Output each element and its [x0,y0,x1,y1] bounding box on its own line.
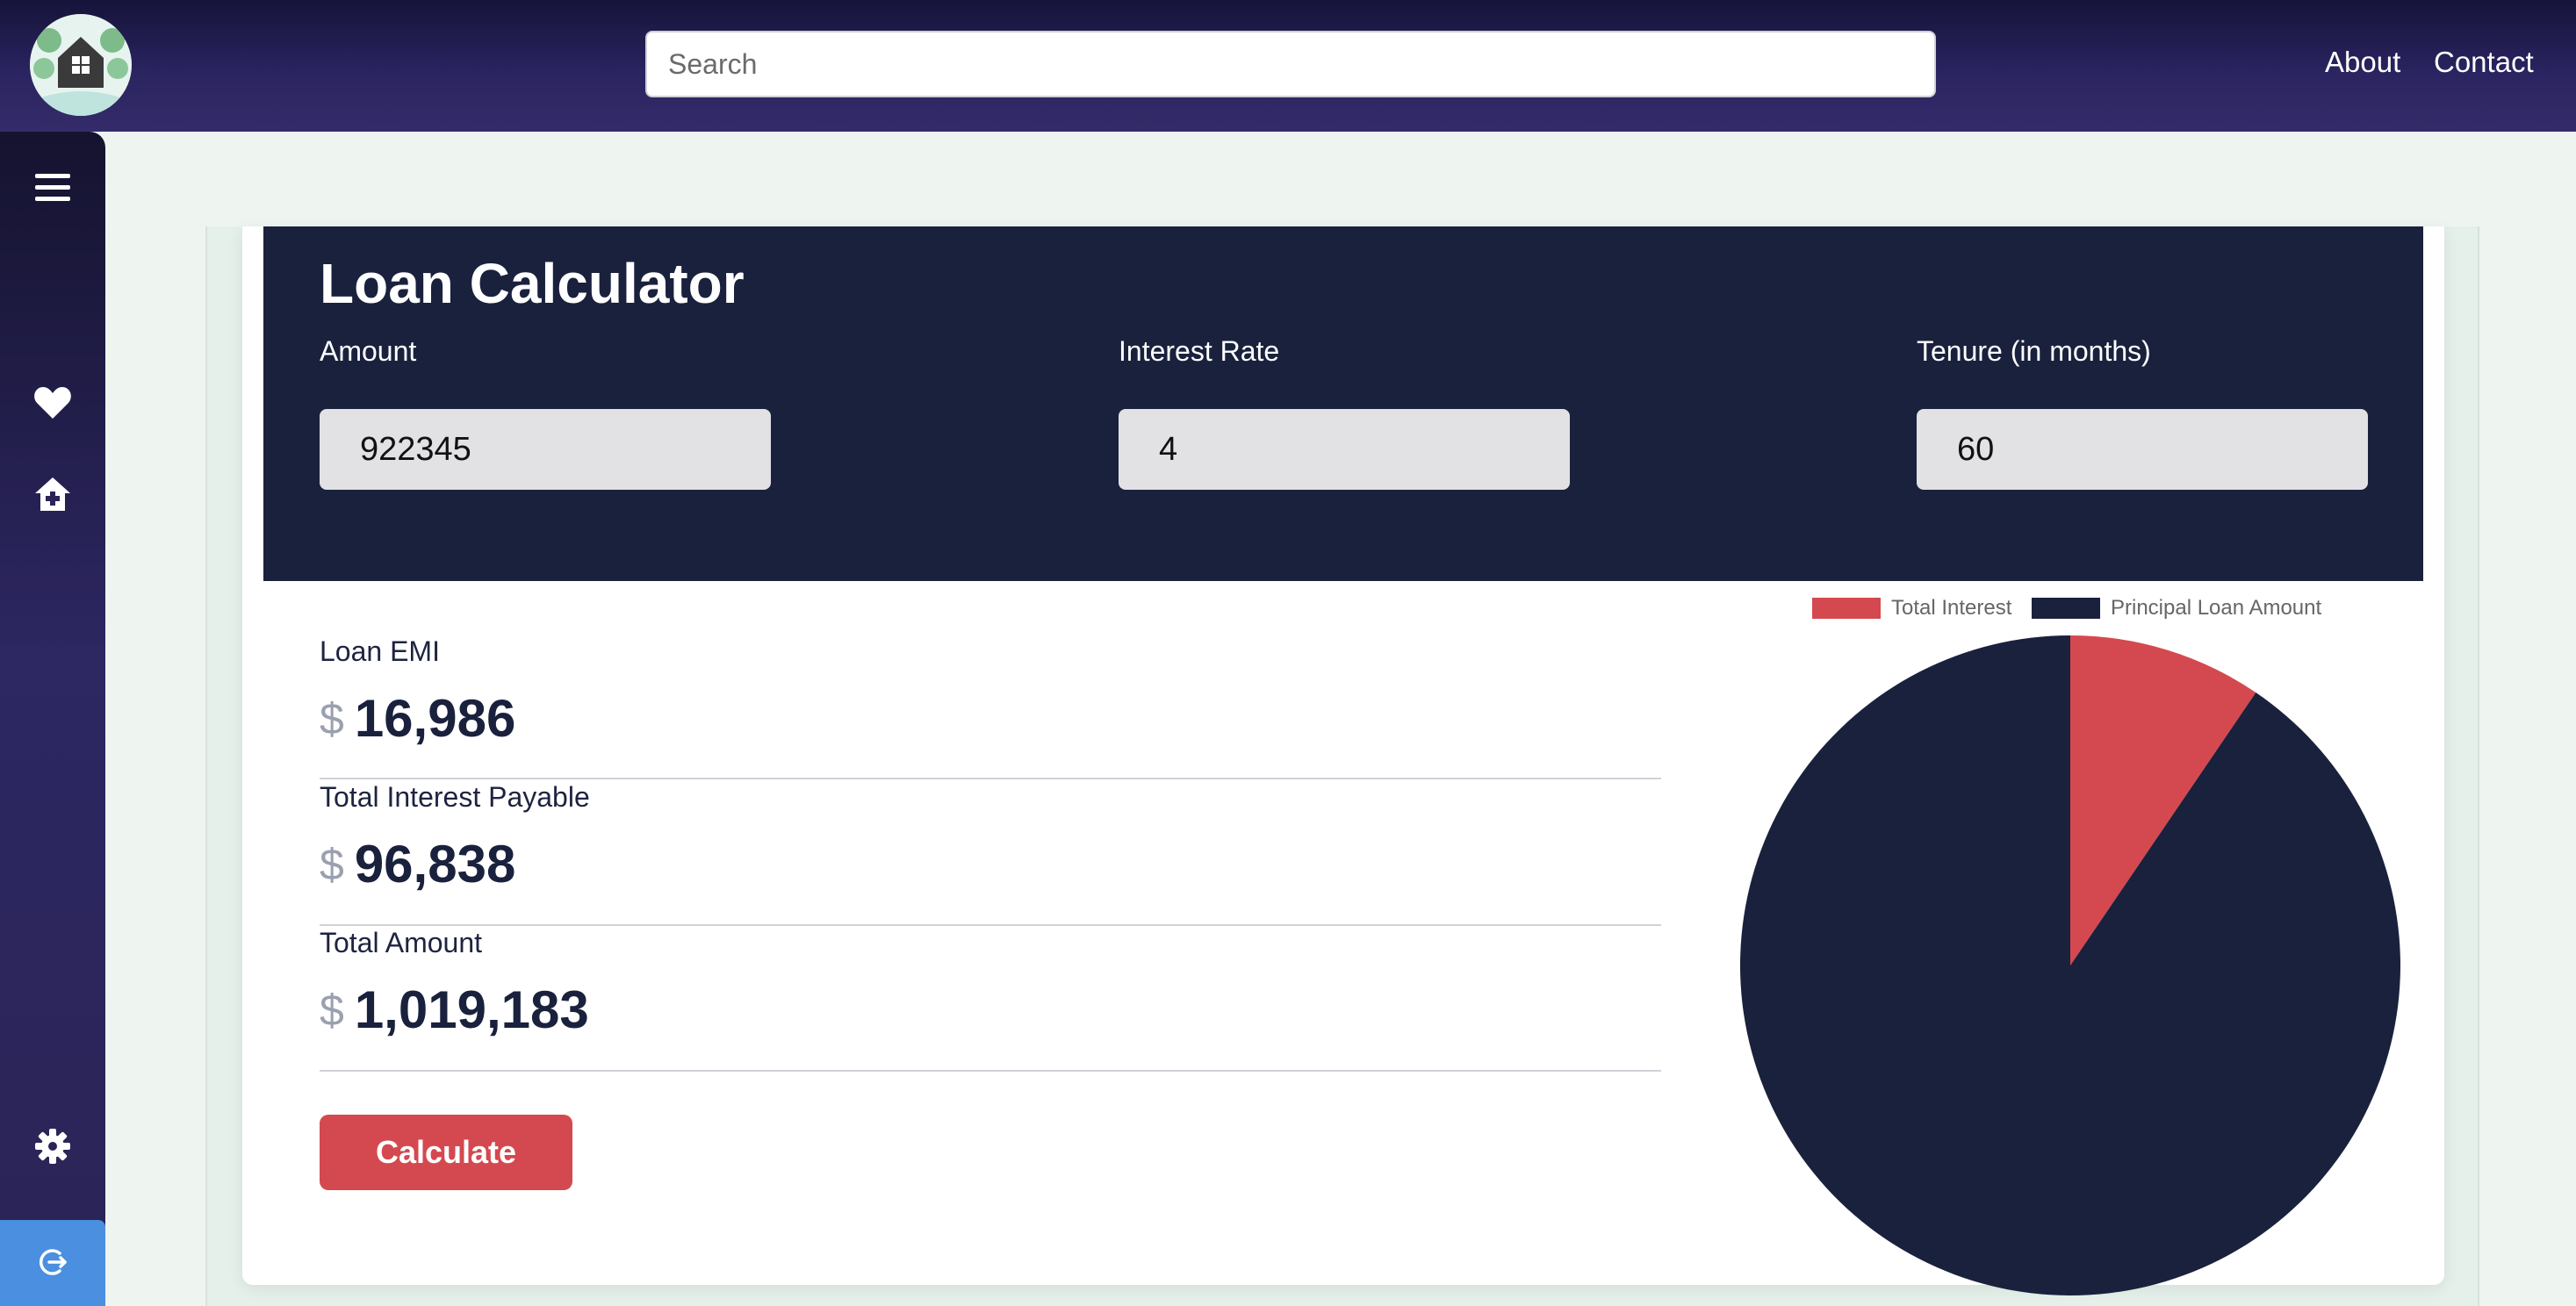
calculator-header: Loan Calculator Amount Interest Rate Ten… [263,226,2423,581]
nav-contact-link[interactable]: Contact [2434,46,2534,79]
legend-label: Total Interest [1891,596,2012,620]
calculate-button[interactable]: Calculate [320,1115,572,1190]
amount-label: Amount [320,335,417,367]
interest-rate-label: Interest Rate [1119,335,1280,367]
emi-amount: 16,986 [354,689,516,748]
pie-slice-principal-loan-amount[interactable] [1740,635,2400,1295]
top-bar: About Contact [0,0,2576,132]
divider [320,924,1661,926]
legend-label: Principal Loan Amount [2111,596,2322,620]
total-interest-label: Total Interest Payable [320,781,590,813]
logout-button[interactable] [0,1220,105,1306]
logout-icon [39,1249,67,1275]
legend-item-principal[interactable]: Principal Loan Amount [2032,595,2321,621]
divider [320,1070,1661,1072]
loan-pie-chart [1740,635,2400,1295]
total-amount-label: Total Amount [320,927,482,958]
tenure-label: Tenure (in months) [1917,335,2151,367]
interest-amount: 96,838 [354,835,516,893]
currency-symbol: $ [320,985,344,1035]
search-input[interactable] [645,31,1936,97]
interest-rate-input[interactable] [1119,409,1570,490]
legend-item-total-interest[interactable]: Total Interest [1812,595,2011,621]
total-amount-value: $1,019,183 [320,980,589,1040]
home-add-icon[interactable] [32,474,74,516]
hot-homes-logo[interactable] [30,14,132,116]
page-title: Loan Calculator [320,252,745,315]
menu-icon[interactable] [32,167,74,209]
amount-input[interactable] [320,409,771,490]
divider [320,778,1661,779]
gear-icon[interactable] [32,1125,74,1167]
currency-symbol: $ [320,693,344,743]
loan-emi-value: $16,986 [320,688,515,749]
heart-icon[interactable] [32,382,74,424]
currency-symbol: $ [320,839,344,889]
total-amount: 1,019,183 [354,980,589,1039]
total-interest-value: $96,838 [320,834,515,894]
loan-emi-label: Loan EMI [320,635,440,667]
sidebar [0,132,105,1306]
legend-swatch [2032,598,2100,619]
legend-swatch [1812,598,1881,619]
nav-about-link[interactable]: About [2325,46,2400,79]
tenure-input[interactable] [1917,409,2368,490]
